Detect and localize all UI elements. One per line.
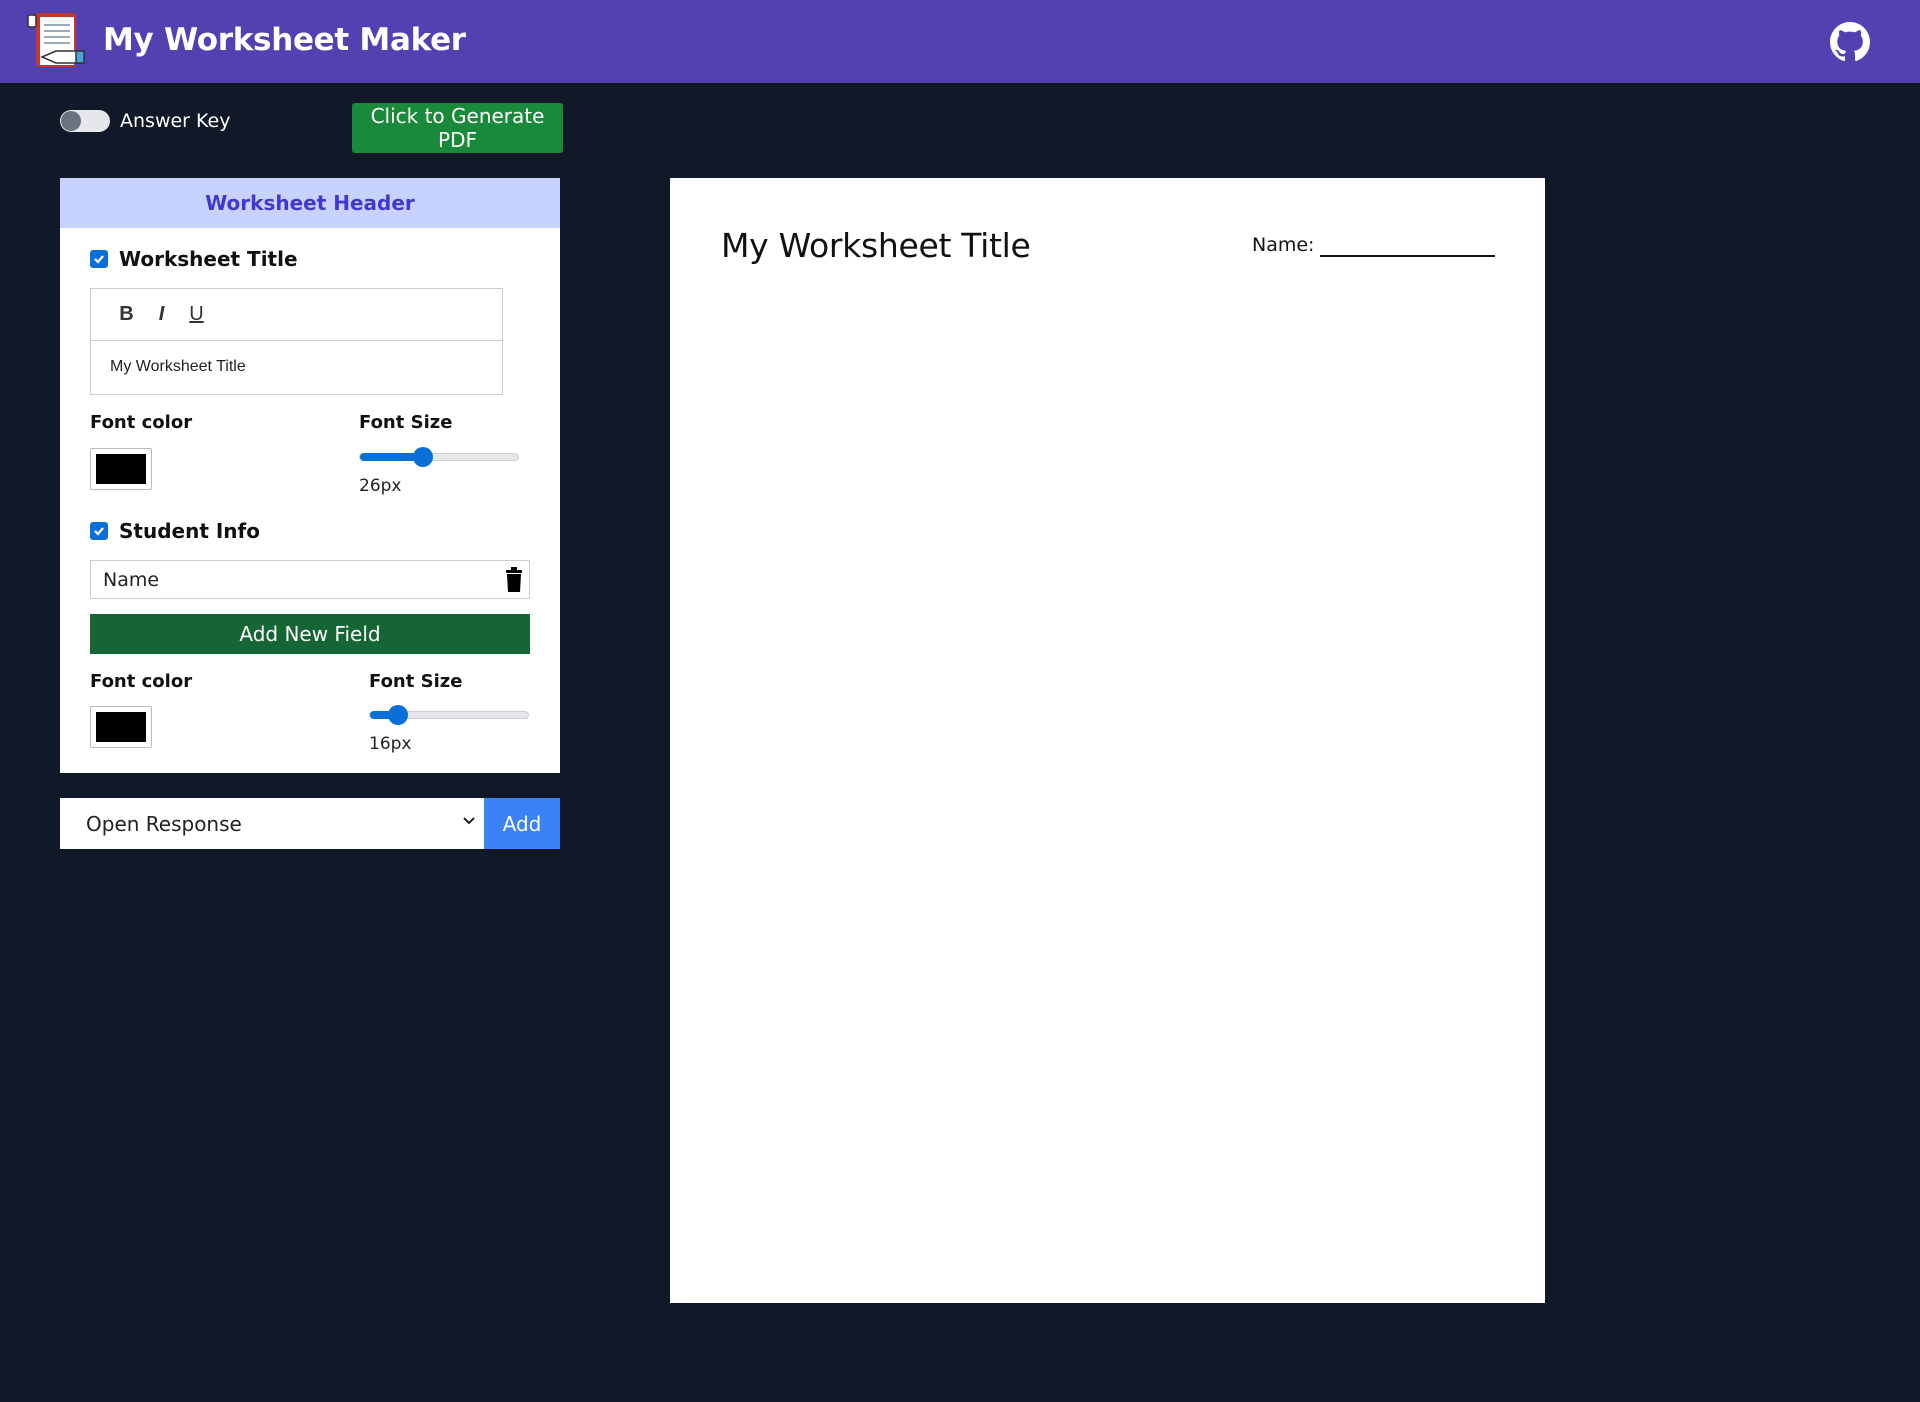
title-font-size-label: Font Size: [359, 412, 453, 433]
toggle-switch[interactable]: [60, 110, 110, 132]
app-title: My Worksheet Maker: [103, 22, 466, 58]
preview-name-label: Name:: [1252, 234, 1315, 256]
slider-thumb[interactable]: [388, 705, 409, 725]
top-bar: My Worksheet Maker: [0, 0, 1920, 83]
title-font-color-label: Font color: [90, 412, 193, 433]
info-font-size-label: Font Size: [369, 671, 463, 692]
add-question-button[interactable]: Add: [484, 798, 560, 849]
info-font-color-label: Font color: [90, 671, 193, 692]
worksheet-title-label: Worksheet Title: [119, 247, 298, 271]
color-swatch: [96, 712, 146, 742]
answer-key-label: Answer Key: [120, 110, 231, 132]
name-blank-line: [1320, 255, 1495, 257]
student-info-label: Student Info: [119, 519, 260, 543]
worksheet-header-panel: Worksheet Header Worksheet Title B I U M…: [60, 178, 560, 773]
title-font-size-slider[interactable]: [359, 447, 519, 467]
title-font-size-value: 26px: [359, 476, 402, 496]
title-rich-text-editor: B I U My Worksheet Title: [90, 288, 503, 395]
student-info-checkbox[interactable]: [90, 522, 108, 540]
info-font-size-value: 16px: [369, 734, 412, 754]
answer-key-toggle[interactable]: Answer Key: [60, 110, 230, 132]
italic-button[interactable]: I: [144, 300, 179, 330]
title-font-color-picker[interactable]: [90, 448, 152, 490]
github-icon[interactable]: [1830, 22, 1870, 62]
editor-toolbar: B I U: [91, 289, 502, 341]
underline-button[interactable]: U: [179, 300, 214, 330]
chevron-down-icon: [463, 817, 475, 825]
student-info-row: Student Info: [90, 519, 260, 543]
add-new-field-button[interactable]: Add New Field: [90, 614, 530, 654]
checkmark-icon: [94, 527, 104, 536]
toggle-knob: [61, 111, 81, 131]
info-font-color-picker[interactable]: [90, 706, 152, 748]
title-text-input[interactable]: My Worksheet Title: [91, 341, 502, 376]
slider-thumb[interactable]: [413, 447, 434, 467]
color-swatch: [96, 454, 146, 484]
worksheet-title-checkbox[interactable]: [90, 250, 108, 268]
student-field-input[interactable]: [91, 568, 481, 591]
panel-header: Worksheet Header: [60, 178, 560, 228]
checkmark-icon: [94, 255, 104, 264]
preview-title: My Worksheet Title: [721, 226, 1031, 265]
question-type-select[interactable]: Open Response: [60, 798, 484, 849]
trash-icon[interactable]: [504, 567, 524, 593]
worksheet-preview: My Worksheet Title Name:: [670, 178, 1545, 1303]
notepad-logo-icon: [27, 13, 85, 67]
worksheet-title-row: Worksheet Title: [90, 247, 298, 271]
bold-button[interactable]: B: [109, 300, 144, 330]
generate-pdf-button[interactable]: Click to Generate PDF: [352, 103, 563, 153]
question-type-value: Open Response: [86, 811, 242, 836]
student-field-name: [90, 560, 530, 599]
info-font-size-slider[interactable]: [369, 705, 529, 725]
